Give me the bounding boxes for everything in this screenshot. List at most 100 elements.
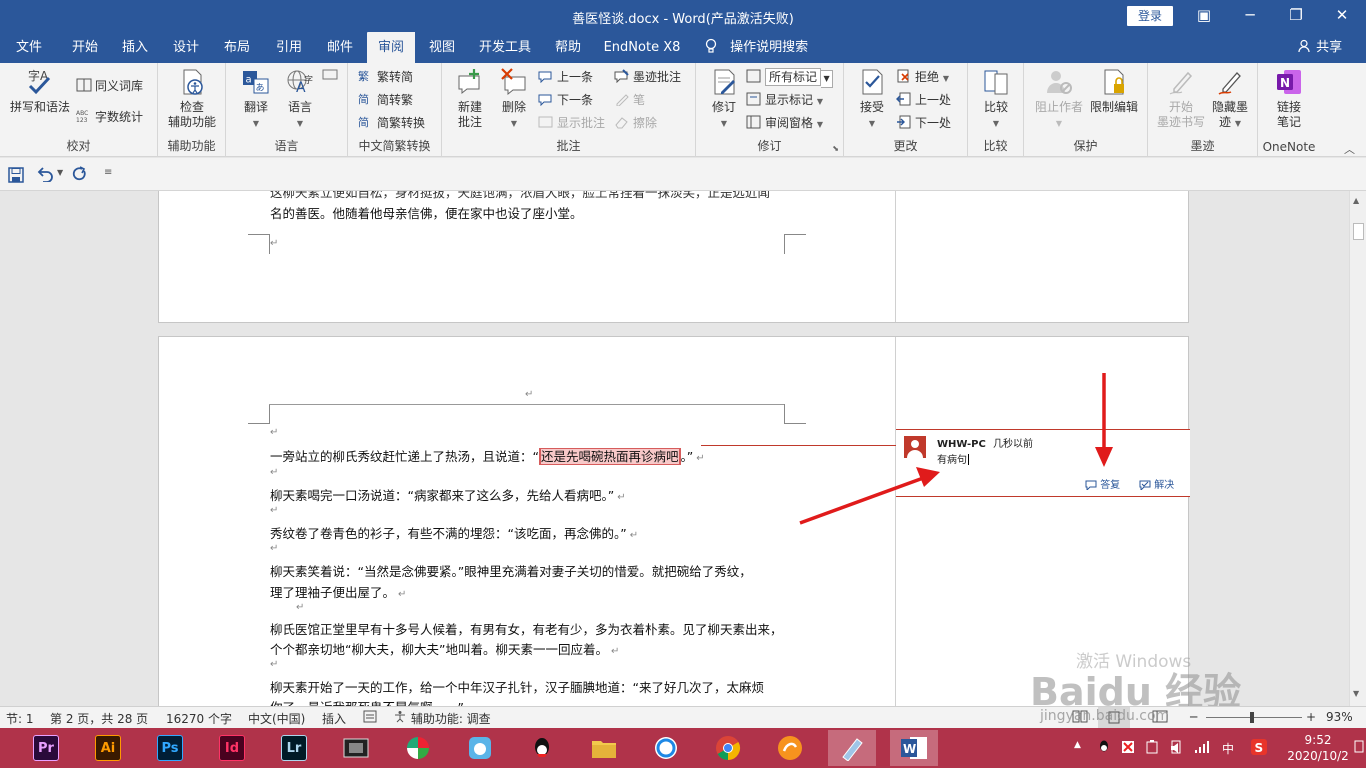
new-comment-button[interactable]: 新建 批注	[448, 67, 492, 130]
minimize-button[interactable]: ─	[1227, 0, 1273, 32]
thesaurus-button[interactable]: 同义词库	[76, 76, 143, 96]
dialog-launcher-icon[interactable]: ⬊	[832, 144, 839, 153]
trad-to-simp-button[interactable]: 繁繁转简	[358, 67, 413, 87]
file-explorer-icon[interactable]	[580, 730, 628, 766]
redo-icon[interactable]	[72, 166, 88, 186]
tab-references[interactable]: 引用	[266, 32, 312, 63]
next-change-button[interactable]: 下一处	[896, 113, 951, 133]
notes-app-icon[interactable]	[828, 730, 876, 766]
save-icon[interactable]	[8, 167, 24, 187]
ribbon-display-icon[interactable]: ▣	[1181, 0, 1227, 32]
track-changes-button[interactable]: 修订 ▼	[704, 67, 744, 131]
show-comments-button[interactable]: 显示批注	[538, 113, 605, 133]
chrome-icon[interactable]	[704, 730, 752, 766]
word-count[interactable]: 16270 个字	[166, 710, 232, 727]
word-app-icon[interactable]: W	[890, 730, 938, 766]
tray-battery-icon[interactable]	[1144, 739, 1160, 768]
linked-notes-button[interactable]: N 链接 笔记	[1262, 67, 1316, 130]
collapse-ribbon-icon[interactable]: ︿	[1344, 141, 1355, 157]
language-extra-icon[interactable]	[322, 67, 338, 87]
tray-app-icon[interactable]	[1120, 739, 1136, 768]
prev-change-button[interactable]: 上一处	[896, 90, 951, 110]
zoom-in-button[interactable]: +	[1306, 710, 1316, 724]
translate-button[interactable]: aあ 翻译 ▼	[234, 67, 278, 131]
macro-icon[interactable]	[363, 710, 377, 726]
zoom-out-button[interactable]: ─	[1190, 710, 1197, 724]
ink-comment-button[interactable]: 墨迹批注	[614, 67, 681, 87]
page-indicator[interactable]: 第 2 页，共 28 页	[50, 710, 148, 727]
customize-qat-icon[interactable]: ≡	[104, 167, 112, 178]
tray-volume-icon[interactable]	[1170, 740, 1186, 768]
tab-layout[interactable]: 布局	[214, 32, 260, 63]
check-accessibility-button[interactable]: 检查 辅助功能	[162, 67, 222, 130]
tab-help[interactable]: 帮助	[545, 32, 591, 63]
scroll-thumb[interactable]	[1353, 223, 1364, 240]
spelling-grammar-button[interactable]: 字A 拼写和语法	[4, 67, 76, 115]
markup-select[interactable]: 所有标记 ▼	[746, 67, 834, 88]
tab-mailings[interactable]: 邮件	[317, 32, 363, 63]
zoom-slider-thumb[interactable]	[1250, 712, 1254, 723]
simp-trad-convert-button[interactable]: 简简繁转换	[358, 113, 425, 133]
markup-dropdown-icon[interactable]: ▼	[821, 70, 834, 88]
close-button[interactable]: ✕	[1319, 0, 1365, 32]
undo-icon[interactable]	[36, 166, 54, 186]
language-indicator[interactable]: 中文(中国)	[248, 710, 305, 727]
block-authors-button[interactable]: 阻止作者 ▼	[1032, 67, 1086, 131]
cat-app-icon[interactable]	[456, 730, 504, 766]
tab-file[interactable]: 文件	[6, 32, 52, 63]
delete-comment-button[interactable]: 删除 ▼	[492, 67, 536, 131]
tab-developer[interactable]: 开发工具	[474, 32, 536, 63]
accessibility-status[interactable]: 辅助功能: 调查	[393, 710, 491, 727]
zoom-slider[interactable]	[1206, 717, 1302, 718]
lightroom-app[interactable]: Lr	[270, 730, 318, 766]
tab-endnote[interactable]: EndNote X8	[600, 32, 684, 63]
sogou-ime-icon[interactable]: S	[1250, 738, 1268, 768]
vertical-scrollbar[interactable]: ▲ ▼	[1349, 191, 1366, 706]
premiere-app[interactable]: Pr	[22, 730, 70, 766]
clock[interactable]: 9:52 2020/10/2	[1284, 732, 1352, 768]
photoshop-app[interactable]: Ps	[146, 730, 194, 766]
accept-button[interactable]: 接受 ▼	[852, 67, 892, 131]
tray-overflow-icon[interactable]: ▲	[1074, 740, 1081, 768]
simp-to-trad-button[interactable]: 简简转繁	[358, 90, 413, 110]
undo-dropdown-icon[interactable]: ▼	[57, 168, 63, 177]
ime-indicator[interactable]: 中	[1222, 740, 1234, 768]
reject-button[interactable]: 拒绝 ▼	[896, 67, 949, 87]
browser-blue-icon[interactable]	[642, 730, 690, 766]
scroll-down-icon[interactable]: ▼	[1353, 689, 1359, 698]
erase-button[interactable]: 擦除	[614, 113, 657, 133]
reviewing-pane-button[interactable]: 审阅窗格 ▼	[746, 113, 823, 133]
video-editor-icon[interactable]	[332, 730, 380, 766]
scroll-up-icon[interactable]: ▲	[1353, 196, 1359, 205]
pen-button[interactable]: 笔	[614, 90, 645, 110]
next-comment-button[interactable]: 下一条	[538, 90, 593, 110]
insert-mode[interactable]: 插入	[322, 710, 346, 727]
word-count-button[interactable]: ABC 123 字数统计	[76, 107, 143, 127]
tab-view[interactable]: 视图	[419, 32, 465, 63]
tab-insert[interactable]: 插入	[112, 32, 158, 63]
tray-qq-icon[interactable]	[1096, 739, 1112, 768]
notifications-icon[interactable]	[1354, 739, 1364, 768]
start-inking-button[interactable]: 开始 墨迹书写	[1152, 67, 1210, 130]
illustrator-app[interactable]: Ai	[84, 730, 132, 766]
restrict-editing-button[interactable]: 限制编辑	[1086, 67, 1142, 115]
tab-design[interactable]: 设计	[163, 32, 209, 63]
hide-ink-button[interactable]: 隐藏墨 迹 ▼	[1206, 67, 1254, 131]
restore-button[interactable]: ❐	[1273, 0, 1319, 32]
orange-app-icon[interactable]	[766, 730, 814, 766]
share-button[interactable]: 共享	[1298, 32, 1342, 63]
compare-button[interactable]: 比较 ▼	[974, 67, 1018, 131]
language-button[interactable]: A字 语言 ▼	[278, 67, 322, 131]
zoom-level[interactable]: 93%	[1326, 710, 1353, 724]
document-area[interactable]: 这柳天素立便如自松，身材挺拔，天庭饱满，浓眉大眼，脸上常挂着一抹淡笑，正是远近闻…	[0, 191, 1349, 706]
tell-me-search[interactable]: 操作说明搜索	[704, 32, 808, 63]
show-markup-button[interactable]: 显示标记 ▼	[746, 90, 823, 110]
tab-review[interactable]: 审阅	[367, 32, 415, 63]
app-pinwheel-icon[interactable]	[394, 730, 442, 766]
indesign-app[interactable]: Id	[208, 730, 256, 766]
prev-comment-button[interactable]: 上一条	[538, 67, 593, 87]
tray-network-icon[interactable]	[1194, 739, 1210, 768]
section-indicator[interactable]: 节: 1	[6, 710, 34, 727]
login-button[interactable]: 登录	[1127, 6, 1173, 26]
tab-home[interactable]: 开始	[62, 32, 108, 63]
